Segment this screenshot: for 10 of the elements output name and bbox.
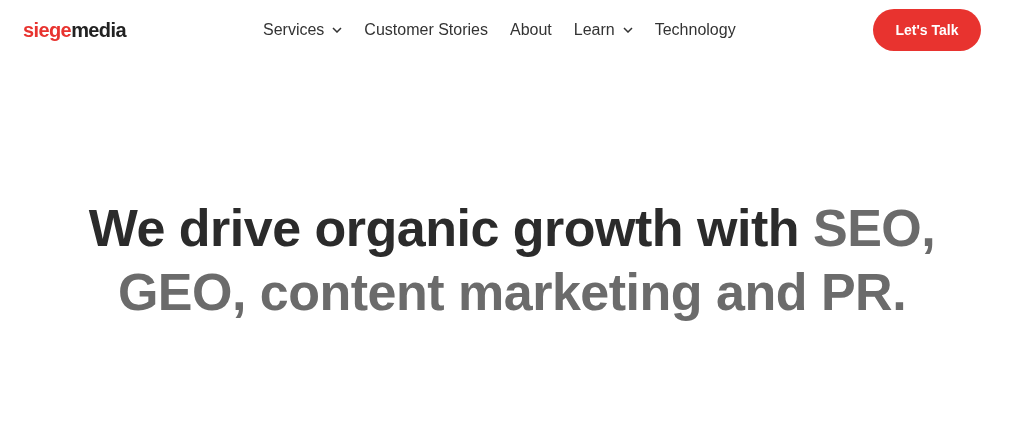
nav-link[interactable]: About	[509, 21, 552, 39]
nav-link[interactable]: Learn	[573, 21, 633, 39]
headline: We drive organic growth with SEO, GEO, content marketing and PR.	[87, 198, 937, 323]
chevron-down-icon	[332, 27, 343, 33]
chevron-down-icon	[622, 27, 633, 33]
nav-link[interactable]: Technology	[654, 21, 736, 39]
nav-link[interactable]: Customer Stories	[364, 21, 488, 39]
logo[interactable]: siegemedia	[23, 18, 263, 42]
nav-link[interactable]: Services	[263, 21, 343, 39]
lets-talk-button[interactable]: Let's Talk	[873, 9, 981, 51]
